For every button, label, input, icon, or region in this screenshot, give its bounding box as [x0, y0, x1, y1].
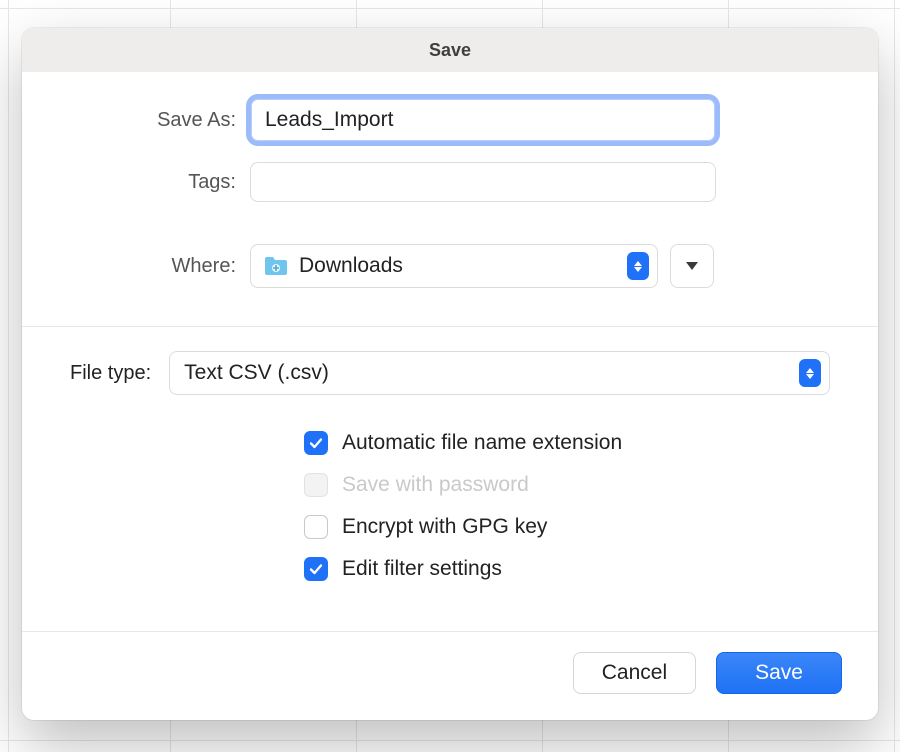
dialog-footer: Cancel Save	[22, 632, 878, 720]
checkbox-password	[304, 473, 328, 497]
checkbox-filter-label: Edit filter settings	[342, 557, 502, 581]
dialog-title-text: Save	[429, 40, 471, 61]
checkbox-auto-extension[interactable]	[304, 431, 328, 455]
checkbox-password-label: Save with password	[342, 473, 529, 497]
cancel-button[interactable]: Cancel	[573, 652, 696, 694]
save-fields-section: Save As: Tags: Where: Downloads	[22, 72, 878, 326]
save-dialog: Save Save As: Tags: Where: Downloads	[22, 28, 878, 720]
updown-icon	[799, 359, 821, 387]
checkbox-gpg-label: Encrypt with GPG key	[342, 515, 547, 539]
cancel-button-label: Cancel	[602, 661, 667, 685]
updown-icon	[627, 252, 649, 280]
dialog-title: Save	[22, 28, 878, 72]
where-row: Where: Downloads	[82, 244, 818, 288]
checkbox-gpg[interactable]	[304, 515, 328, 539]
filetype-label: File type:	[70, 362, 169, 385]
check-icon	[308, 561, 324, 577]
tags-label: Tags:	[82, 171, 250, 194]
filetype-section: File type: Text CSV (.csv) Automatic fil…	[22, 327, 878, 631]
tags-input[interactable]	[250, 162, 716, 202]
checkbox-password-row: Save with password	[304, 473, 782, 497]
checkbox-filter[interactable]	[304, 557, 328, 581]
checkbox-auto-extension-row: Automatic file name extension	[304, 431, 782, 455]
save-as-input[interactable]	[250, 98, 716, 142]
expand-button[interactable]	[670, 244, 714, 288]
checkbox-filter-row: Edit filter settings	[304, 557, 782, 581]
check-icon	[308, 435, 324, 451]
checkbox-auto-extension-label: Automatic file name extension	[342, 431, 622, 455]
where-label: Where:	[82, 255, 250, 278]
where-select[interactable]: Downloads	[250, 244, 658, 288]
checkbox-gpg-row: Encrypt with GPG key	[304, 515, 782, 539]
where-value: Downloads	[299, 254, 617, 278]
filetype-row: File type: Text CSV (.csv)	[70, 351, 830, 395]
folder-icon	[263, 255, 289, 277]
filetype-value: Text CSV (.csv)	[184, 361, 799, 385]
tags-row: Tags:	[82, 162, 818, 202]
chevron-down-icon	[686, 262, 698, 270]
save-button[interactable]: Save	[716, 652, 842, 694]
filetype-select[interactable]: Text CSV (.csv)	[169, 351, 830, 395]
save-as-row: Save As:	[82, 98, 818, 142]
save-as-label: Save As:	[82, 109, 250, 132]
save-button-label: Save	[755, 661, 803, 685]
checkbox-list: Automatic file name extension Save with …	[70, 395, 830, 621]
